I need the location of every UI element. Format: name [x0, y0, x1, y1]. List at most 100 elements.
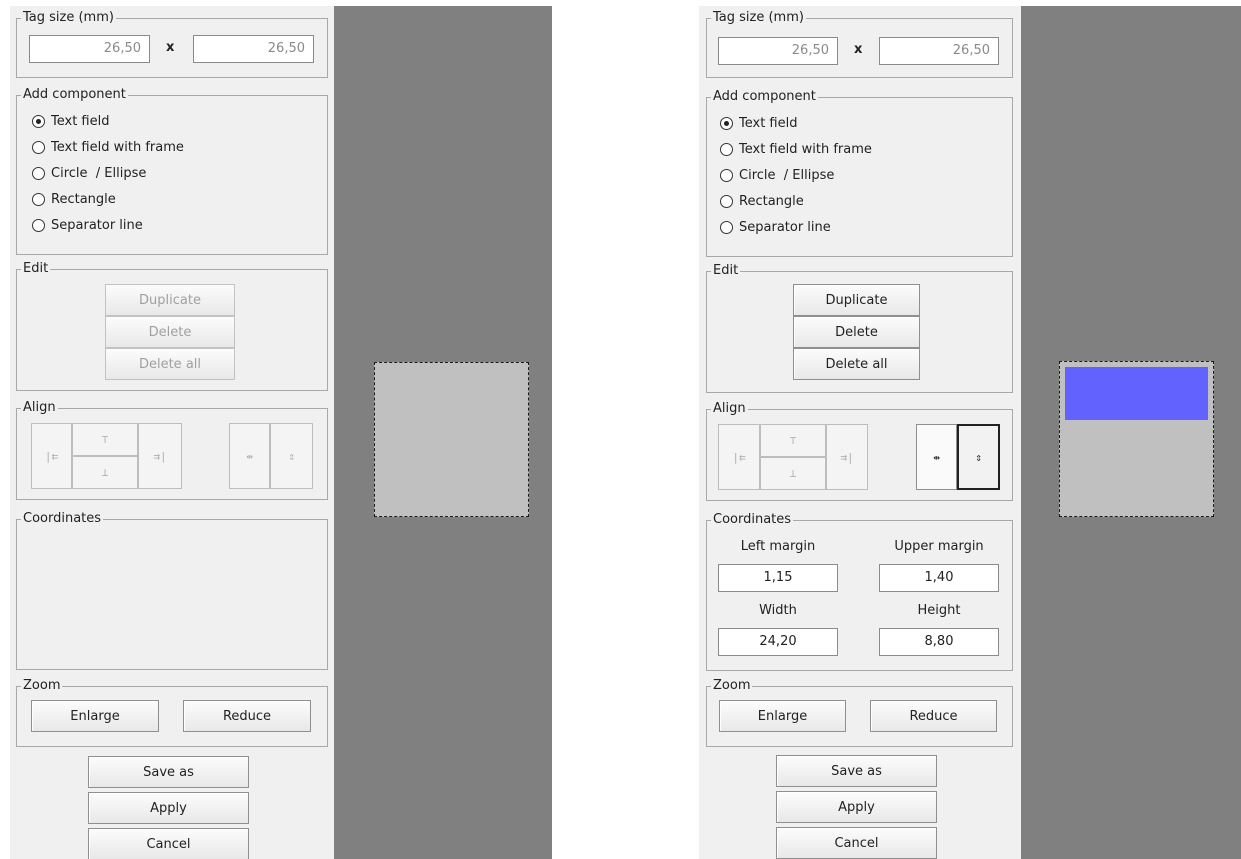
- left-tag-width-field[interactable]: 26,50: [29, 35, 150, 63]
- right-align-right-button[interactable]: ⇉|: [826, 424, 868, 490]
- right-tag-height-field[interactable]: 26,50: [879, 37, 999, 65]
- radio-unchecked-icon: [32, 166, 45, 180]
- radio-label: Circle / Ellipse: [51, 165, 147, 181]
- right-align-bottom-button[interactable]: ⊥: [760, 457, 826, 490]
- left-align-top-button[interactable]: ⊤: [72, 423, 138, 456]
- right-delete-all-button[interactable]: Delete all: [793, 348, 920, 380]
- right-tag-width-field[interactable]: 26,50: [718, 37, 838, 65]
- center-horizontal-icon: ⇹: [933, 450, 940, 464]
- left-radio-text-field-frame[interactable]: Text field with frame: [32, 137, 184, 157]
- left-delete-all-button[interactable]: Delete all: [105, 348, 235, 380]
- radio-unchecked-icon: [720, 168, 733, 182]
- left-tag-preview[interactable]: [374, 362, 529, 517]
- height-label: Height: [917, 603, 961, 618]
- height-field[interactable]: 8,80: [879, 628, 999, 656]
- left-center-vertical-button[interactable]: ⇕: [270, 423, 313, 489]
- right-radio-text-field[interactable]: Text field: [720, 113, 797, 133]
- left-apply-button[interactable]: Apply: [88, 792, 249, 824]
- right-apply-button[interactable]: Apply: [776, 791, 937, 823]
- right-enlarge-button[interactable]: Enlarge: [719, 700, 846, 732]
- group-label: Add component: [21, 87, 128, 103]
- group-label: Align: [711, 401, 748, 417]
- center-horizontal-icon: ⇹: [246, 449, 253, 463]
- group-label: Tag size (mm): [711, 10, 806, 26]
- radio-unchecked-icon: [32, 140, 45, 154]
- radio-label: Text field with frame: [739, 141, 872, 157]
- left-margin-field[interactable]: 1,15: [718, 564, 838, 592]
- left-center-horizontal-button[interactable]: ⇹: [229, 423, 270, 489]
- left-cancel-button[interactable]: Cancel: [88, 828, 249, 859]
- dimension-separator: x: [166, 40, 175, 55]
- radio-label: Circle / Ellipse: [739, 167, 835, 183]
- radio-checked-icon: [720, 116, 733, 130]
- radio-unchecked-icon: [32, 192, 45, 206]
- left-margin-label: Left margin: [740, 539, 816, 554]
- right-center-horizontal-button[interactable]: ⇹: [916, 424, 957, 490]
- right-cancel-button[interactable]: Cancel: [776, 827, 937, 859]
- group-label: Zoom: [21, 678, 63, 694]
- left-radio-separator-line[interactable]: Separator line: [32, 215, 143, 235]
- left-align-right-button[interactable]: ⇉|: [138, 423, 182, 489]
- center-vertical-icon: ⇕: [975, 450, 982, 464]
- right-center-vertical-button[interactable]: ⇕: [957, 424, 1000, 490]
- right-radio-rectangle[interactable]: Rectangle: [720, 191, 804, 211]
- radio-unchecked-icon: [720, 220, 733, 234]
- radio-unchecked-icon: [720, 142, 733, 156]
- group-label: Coordinates: [711, 512, 794, 528]
- right-radio-separator-line[interactable]: Separator line: [720, 217, 831, 237]
- width-field[interactable]: 24,20: [718, 628, 838, 656]
- group-label: Edit: [21, 261, 51, 277]
- left-save-as-button[interactable]: Save as: [88, 756, 249, 788]
- radio-label: Rectangle: [739, 193, 804, 209]
- align-right-icon: ⇉|: [840, 450, 854, 464]
- align-bottom-icon: ⊥: [789, 467, 797, 480]
- group-label: Add component: [711, 89, 818, 105]
- dimension-separator: x: [854, 42, 863, 57]
- left-align-left-button[interactable]: |⇇: [31, 423, 72, 489]
- radio-label: Rectangle: [51, 191, 116, 207]
- right-reduce-button[interactable]: Reduce: [870, 700, 997, 732]
- left-reduce-button[interactable]: Reduce: [183, 700, 311, 732]
- radio-unchecked-icon: [32, 218, 45, 232]
- left-radio-text-field[interactable]: Text field: [32, 111, 109, 131]
- right-radio-circle-ellipse[interactable]: Circle / Ellipse: [720, 165, 834, 185]
- radio-label: Separator line: [739, 219, 831, 235]
- selected-text-field-component[interactable]: [1065, 367, 1208, 420]
- left-coordinates-group: Coordinates: [16, 511, 328, 670]
- radio-label: Text field: [739, 115, 798, 131]
- right-save-as-button[interactable]: Save as: [776, 755, 937, 787]
- align-right-icon: ⇉|: [153, 449, 167, 463]
- align-top-icon: ⊤: [101, 433, 109, 446]
- center-vertical-icon: ⇕: [288, 449, 295, 463]
- width-label: Width: [759, 603, 797, 618]
- left-align-bottom-button[interactable]: ⊥: [72, 456, 138, 489]
- align-bottom-icon: ⊥: [101, 466, 109, 479]
- upper-margin-label: Upper margin: [894, 539, 984, 554]
- radio-label: Separator line: [51, 217, 143, 233]
- group-label: Align: [21, 400, 58, 416]
- right-tag-preview[interactable]: [1059, 361, 1214, 517]
- group-label: Tag size (mm): [21, 10, 116, 26]
- align-left-icon: |⇇: [732, 450, 746, 464]
- left-delete-button[interactable]: Delete: [105, 316, 235, 348]
- right-align-top-button[interactable]: ⊤: [760, 424, 826, 457]
- group-label: Edit: [711, 263, 741, 279]
- right-radio-text-field-frame[interactable]: Text field with frame: [720, 139, 872, 159]
- radio-checked-icon: [32, 114, 45, 128]
- radio-unchecked-icon: [720, 194, 733, 208]
- right-delete-button[interactable]: Delete: [793, 316, 920, 348]
- group-label: Zoom: [711, 678, 753, 694]
- left-enlarge-button[interactable]: Enlarge: [31, 700, 159, 732]
- align-top-icon: ⊤: [789, 434, 797, 447]
- left-tag-height-field[interactable]: 26,50: [193, 35, 314, 63]
- radio-label: Text field with frame: [51, 139, 184, 155]
- radio-label: Text field: [51, 113, 110, 129]
- right-duplicate-button[interactable]: Duplicate: [793, 284, 920, 316]
- left-radio-rectangle[interactable]: Rectangle: [32, 189, 116, 209]
- align-left-icon: |⇇: [44, 449, 59, 463]
- right-align-left-button[interactable]: |⇇: [718, 424, 760, 490]
- left-duplicate-button[interactable]: Duplicate: [105, 284, 235, 316]
- upper-margin-field[interactable]: 1,40: [879, 564, 999, 592]
- left-radio-circle-ellipse[interactable]: Circle / Ellipse: [32, 163, 146, 183]
- group-label: Coordinates: [21, 511, 104, 527]
